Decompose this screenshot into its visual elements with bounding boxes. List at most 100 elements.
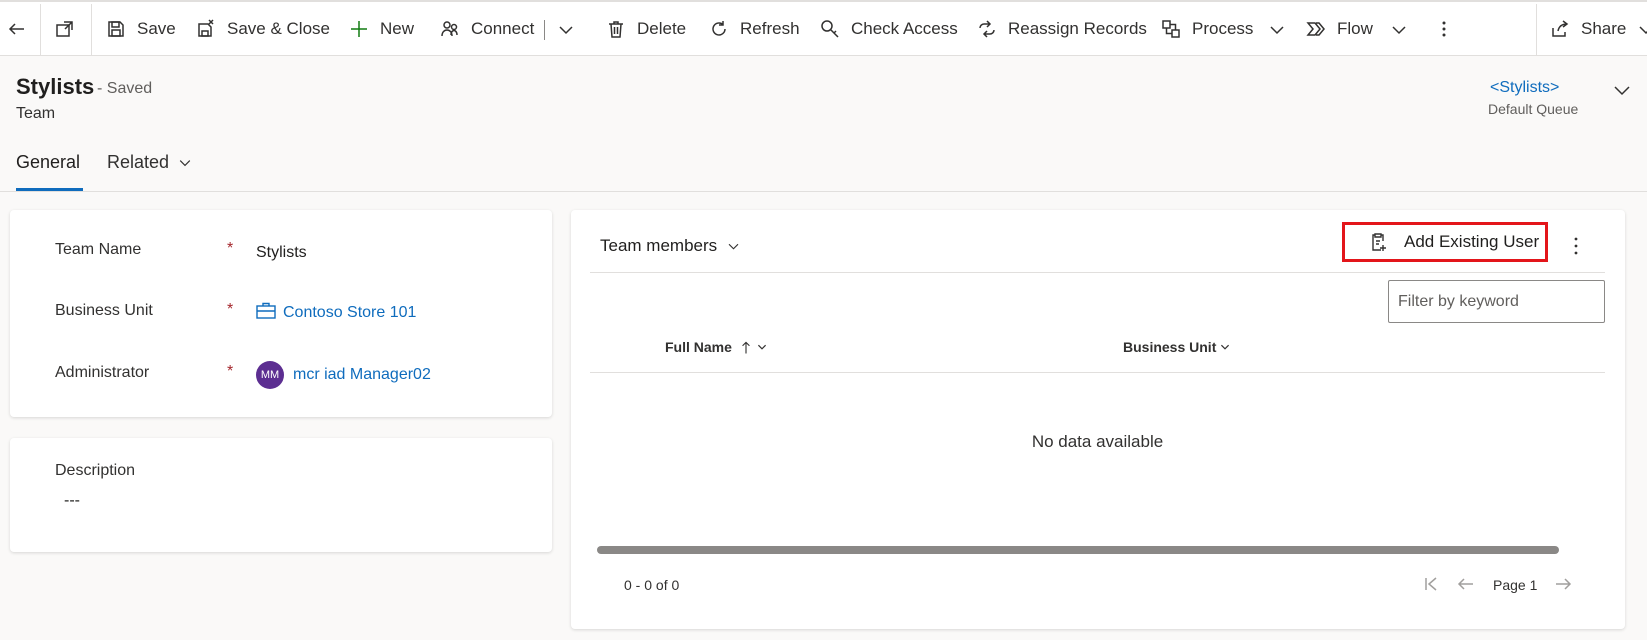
key-search-icon xyxy=(821,20,839,38)
save-label: Save xyxy=(137,19,176,38)
refresh-label: Refresh xyxy=(740,19,800,38)
page-indicator: Page 1 xyxy=(1493,577,1538,593)
business-unit-label: Business Unit xyxy=(55,302,153,319)
default-queue-label: Default Queue xyxy=(1488,101,1579,117)
reassign-records-label: Reassign Records xyxy=(1008,19,1147,38)
chevron-down-icon xyxy=(559,26,573,35)
chevron-down-icon xyxy=(1270,26,1284,35)
save-button[interactable]: Save xyxy=(106,4,176,54)
filter-keyword-input[interactable] xyxy=(1388,280,1605,323)
save-status: - Saved xyxy=(97,80,153,97)
column-header-business-unit[interactable]: Business Unit xyxy=(1123,339,1231,355)
next-page-button[interactable] xyxy=(1553,574,1573,594)
divider xyxy=(1536,4,1537,56)
avatar: MM xyxy=(256,361,284,389)
description-section xyxy=(10,438,552,552)
arrow-right-icon xyxy=(1556,578,1572,590)
tab-general[interactable]: General xyxy=(16,152,80,173)
process-button[interactable]: Process xyxy=(1161,4,1287,54)
arrow-left-icon xyxy=(1457,578,1473,590)
chevron-down-icon xyxy=(1221,344,1230,350)
sort-ascending-icon xyxy=(742,341,750,353)
delete-button[interactable]: Delete xyxy=(606,4,686,54)
previous-page-button[interactable] xyxy=(1456,574,1476,594)
administrator-label: Administrator xyxy=(55,364,150,381)
command-bar: Save Save & Close New Connect Delete Ref… xyxy=(0,0,1647,56)
back-button[interactable] xyxy=(7,4,27,54)
save-close-button[interactable]: Save & Close xyxy=(196,4,330,54)
record-title: Stylists xyxy=(16,74,95,99)
subgrid-title: Team members xyxy=(600,236,718,255)
more-vertical-icon[interactable] xyxy=(1568,234,1584,258)
delete-label: Delete xyxy=(637,19,687,38)
divider xyxy=(91,4,92,56)
divider xyxy=(40,4,41,56)
chevron-down-icon xyxy=(757,344,766,350)
refresh-button[interactable]: Refresh xyxy=(709,4,800,54)
reassign-records-button[interactable]: Reassign Records xyxy=(977,4,1147,54)
add-existing-user-button[interactable]: Add Existing User xyxy=(1342,222,1548,262)
administrator-link[interactable]: mcr iad Manager02 xyxy=(293,366,431,384)
clipboard-add-icon xyxy=(1372,233,1386,251)
subgrid-view-selector[interactable]: Team members xyxy=(600,236,741,256)
connect-more-dropdown[interactable] xyxy=(556,4,576,54)
column-label-full-name: Full Name xyxy=(665,339,732,355)
new-button[interactable]: New xyxy=(349,4,414,54)
entity-name: Team xyxy=(16,105,56,122)
share-button[interactable]: Share xyxy=(1550,4,1647,54)
flow-icon xyxy=(1306,22,1325,36)
first-page-icon xyxy=(1425,577,1437,591)
description-label: Description xyxy=(55,462,136,479)
column-label-business-unit: Business Unit xyxy=(1123,339,1217,355)
save-close-icon xyxy=(198,19,214,37)
briefcase-icon xyxy=(256,302,276,319)
tabs-divider xyxy=(0,191,1647,192)
chevron-down-icon xyxy=(1639,26,1647,35)
arrow-left-icon xyxy=(8,23,24,35)
connect-label: Connect xyxy=(471,19,535,38)
save-icon xyxy=(108,21,124,37)
open-new-window-button[interactable] xyxy=(55,4,75,54)
flow-button[interactable]: Flow xyxy=(1306,4,1409,54)
subgrid-header-divider xyxy=(590,272,1605,273)
share-icon xyxy=(1552,20,1569,37)
column-header-divider xyxy=(590,372,1605,373)
team-name-label: Team Name xyxy=(55,241,142,258)
description-field[interactable]: --- xyxy=(64,492,80,510)
column-header-full-name[interactable]: Full Name xyxy=(665,339,768,355)
refresh-icon xyxy=(712,21,726,36)
empty-state-message: No data available xyxy=(1031,432,1164,451)
add-existing-user-label: Add Existing User xyxy=(1404,232,1540,251)
more-vertical-icon xyxy=(1442,21,1446,37)
chevron-down-icon xyxy=(179,159,191,166)
connect-button[interactable]: Connect xyxy=(440,4,534,54)
flow-label: Flow xyxy=(1337,19,1373,38)
default-queue-link[interactable]: <Stylists> xyxy=(1490,79,1559,97)
required-marker: * xyxy=(227,301,234,318)
reassign-icon xyxy=(979,20,995,38)
save-close-label: Save & Close xyxy=(227,19,330,38)
chevron-down-icon xyxy=(1392,26,1406,35)
tab-related[interactable]: Related xyxy=(107,152,193,173)
share-label: Share xyxy=(1581,19,1627,38)
team-name-field[interactable]: Stylists xyxy=(256,244,307,262)
required-marker: * xyxy=(227,240,234,257)
first-page-button[interactable] xyxy=(1421,574,1441,594)
required-marker: * xyxy=(227,363,234,380)
process-label: Process xyxy=(1192,19,1254,38)
trash-icon xyxy=(609,21,623,38)
check-access-button[interactable]: Check Access xyxy=(820,4,958,54)
record-count: 0 - 0 of 0 xyxy=(624,577,680,593)
horizontal-scrollbar[interactable] xyxy=(597,546,1559,554)
divider xyxy=(544,20,545,40)
pop-out-icon xyxy=(56,21,73,37)
chevron-down-icon[interactable] xyxy=(1612,80,1632,100)
more-commands-button[interactable] xyxy=(1434,4,1454,54)
chevron-down-icon xyxy=(728,243,739,250)
business-unit-link[interactable]: Contoso Store 101 xyxy=(283,304,416,322)
process-icon xyxy=(1162,20,1180,38)
plus-icon xyxy=(351,21,367,37)
tab-related-label: Related xyxy=(107,152,170,172)
check-access-label: Check Access xyxy=(851,19,958,38)
connect-people-icon xyxy=(441,21,458,37)
